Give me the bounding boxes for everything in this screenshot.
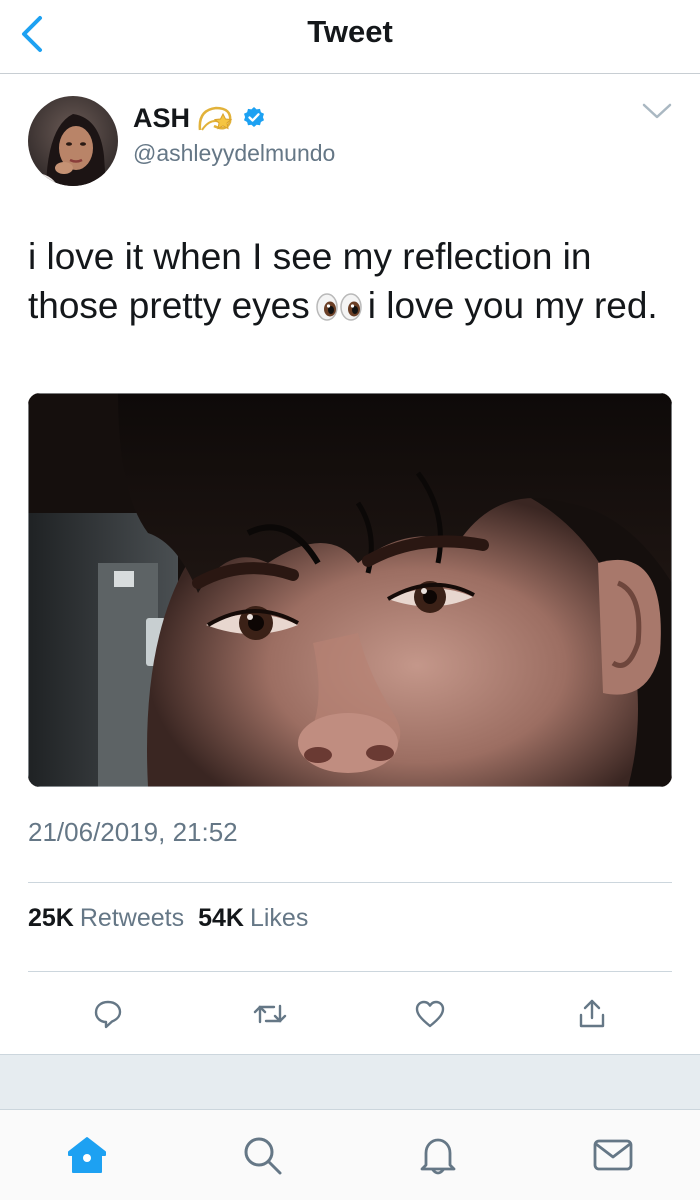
likes-count: 54K bbox=[198, 904, 244, 932]
tweet-media-photo[interactable] bbox=[28, 393, 672, 787]
avatar[interactable] bbox=[28, 96, 118, 186]
messages-icon bbox=[593, 1139, 633, 1171]
more-options-button[interactable] bbox=[640, 100, 674, 122]
tweet-detail-screen: Tweet ASH @ashleyydelmundo i love it whe… bbox=[0, 0, 700, 1200]
tweet-text-part2: i love you my red. bbox=[367, 285, 658, 326]
chevron-down-icon bbox=[642, 103, 672, 119]
retweets-count: 25K bbox=[28, 904, 74, 932]
section-separator bbox=[0, 1054, 700, 1110]
retweet-icon bbox=[253, 1004, 287, 1024]
share-button[interactable] bbox=[572, 994, 612, 1034]
retweet-button[interactable] bbox=[250, 994, 290, 1034]
engagement-stats: 25K Retweets 54K Likes bbox=[28, 904, 308, 933]
tweet-actions bbox=[0, 990, 700, 1040]
tab-notifications[interactable] bbox=[413, 1130, 463, 1180]
retweets-label: Retweets bbox=[79, 904, 185, 932]
likes-stat[interactable]: 54K Likes bbox=[198, 904, 308, 933]
search-icon bbox=[244, 1137, 282, 1175]
retweets-stat[interactable]: 25K Retweets bbox=[28, 904, 184, 933]
eyes-emoji-icon bbox=[316, 285, 362, 334]
author-handle[interactable]: @ashleyydelmundo bbox=[133, 140, 335, 167]
dizzy-star-icon bbox=[198, 106, 233, 131]
top-navigation-bar: Tweet bbox=[0, 0, 700, 74]
tab-messages[interactable] bbox=[588, 1130, 638, 1180]
reply-icon bbox=[94, 1000, 122, 1029]
tweet-text: i love it when I see my reflection in th… bbox=[28, 232, 668, 334]
divider bbox=[28, 971, 672, 972]
verified-badge-icon bbox=[244, 107, 265, 127]
likes-label: Likes bbox=[249, 904, 309, 932]
like-icon bbox=[415, 1000, 445, 1028]
notifications-icon bbox=[420, 1138, 456, 1175]
share-icon bbox=[579, 999, 605, 1028]
home-icon bbox=[68, 1137, 106, 1173]
tab-search[interactable] bbox=[237, 1130, 287, 1180]
tab-home[interactable] bbox=[62, 1130, 112, 1180]
reply-button[interactable] bbox=[88, 994, 128, 1034]
divider bbox=[28, 882, 672, 883]
bottom-tab-bar bbox=[0, 1110, 700, 1200]
page-title: Tweet bbox=[307, 14, 393, 49]
tweet-timestamp: 21/06/2019, 21:52 bbox=[28, 817, 238, 847]
like-button[interactable] bbox=[410, 994, 450, 1034]
author-name: ASH bbox=[133, 102, 191, 133]
author-name-row[interactable]: ASH bbox=[133, 98, 266, 138]
